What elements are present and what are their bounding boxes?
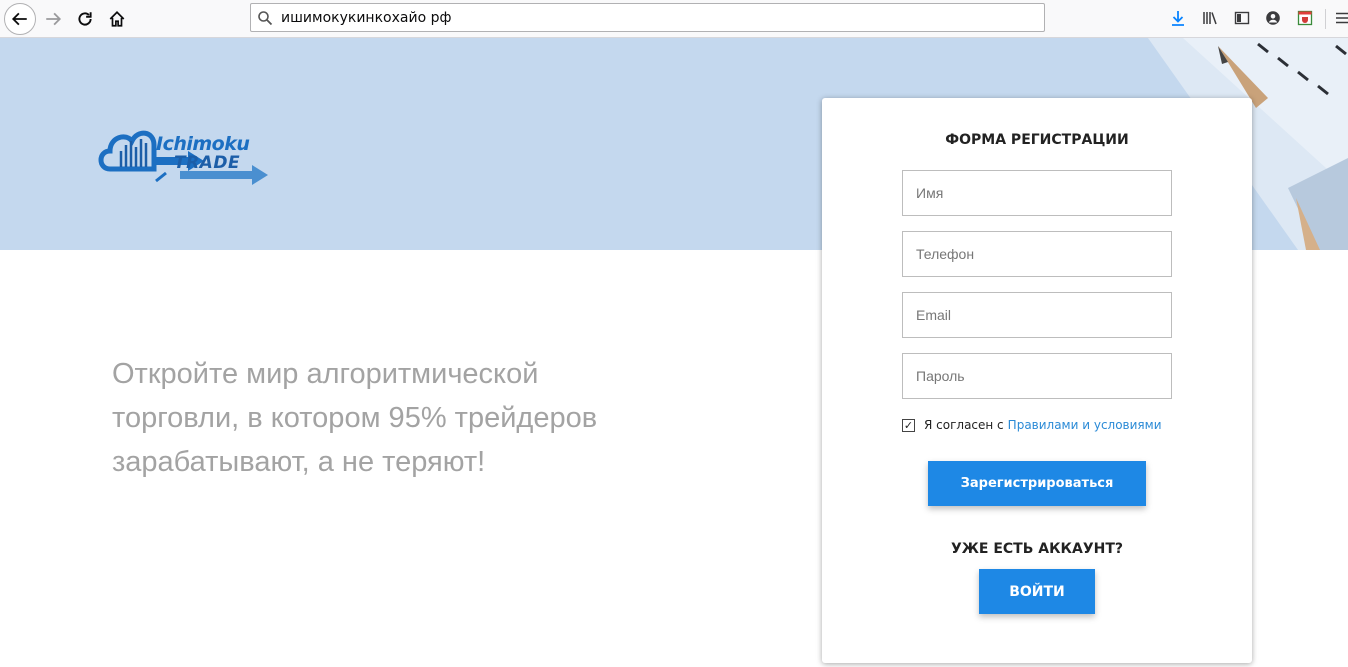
home-button[interactable] <box>102 4 132 34</box>
terms-agreement: ✓ Я согласен с Правилами и условиями <box>902 418 1162 432</box>
login-button[interactable]: ВОЙТИ <box>979 569 1095 614</box>
forward-button[interactable] <box>38 4 68 34</box>
sidebar-button[interactable] <box>1230 6 1254 30</box>
library-button[interactable] <box>1198 6 1222 30</box>
menu-icon <box>1336 12 1348 24</box>
url-input[interactable] <box>281 9 1021 26</box>
back-button[interactable] <box>4 3 36 35</box>
back-icon <box>11 12 27 26</box>
extension-icon <box>1297 10 1313 26</box>
address-bar[interactable] <box>250 3 1045 32</box>
forward-icon <box>46 12 62 26</box>
logo-title: Ichimoku <box>156 133 250 155</box>
terms-link[interactable]: Правилами и условиями <box>1008 418 1162 432</box>
account-button[interactable] <box>1261 6 1285 30</box>
library-icon <box>1203 12 1217 25</box>
hero-tagline: Откройте мир алгоритмической торговли, в… <box>112 358 598 478</box>
have-account-heading: УЖЕ ЕСТЬ АККАУНТ? <box>950 541 1124 557</box>
logo-subtitle: TRADE <box>174 153 241 173</box>
password-field[interactable] <box>902 353 1172 399</box>
downloads-button[interactable] <box>1166 6 1190 30</box>
registration-form-card: ФОРМА РЕГИСТРАЦИИ ✓ Я согласен с Правила… <box>822 98 1252 663</box>
terms-checkbox[interactable]: ✓ <box>902 418 915 432</box>
search-icon <box>258 10 273 25</box>
toolbar-separator <box>1325 9 1326 29</box>
name-field[interactable] <box>902 170 1172 216</box>
email-field[interactable] <box>902 292 1172 338</box>
reload-button[interactable] <box>70 4 100 34</box>
sidebar-icon <box>1234 11 1250 25</box>
download-icon <box>1172 11 1184 26</box>
terms-label: Я согласен с <box>924 418 1004 432</box>
account-icon <box>1266 11 1280 25</box>
register-button[interactable]: Зарегистрироваться <box>928 461 1146 506</box>
menu-button[interactable] <box>1330 6 1348 30</box>
ichimoku-trade-logo[interactable]: Ichimoku TRADE <box>96 123 272 193</box>
home-icon <box>109 11 125 27</box>
reload-icon <box>78 12 92 26</box>
phone-field[interactable] <box>902 231 1172 277</box>
form-title: ФОРМА РЕГИСТРАЦИИ <box>945 132 1129 148</box>
extension-button[interactable] <box>1293 6 1317 30</box>
browser-toolbar <box>0 0 1348 38</box>
